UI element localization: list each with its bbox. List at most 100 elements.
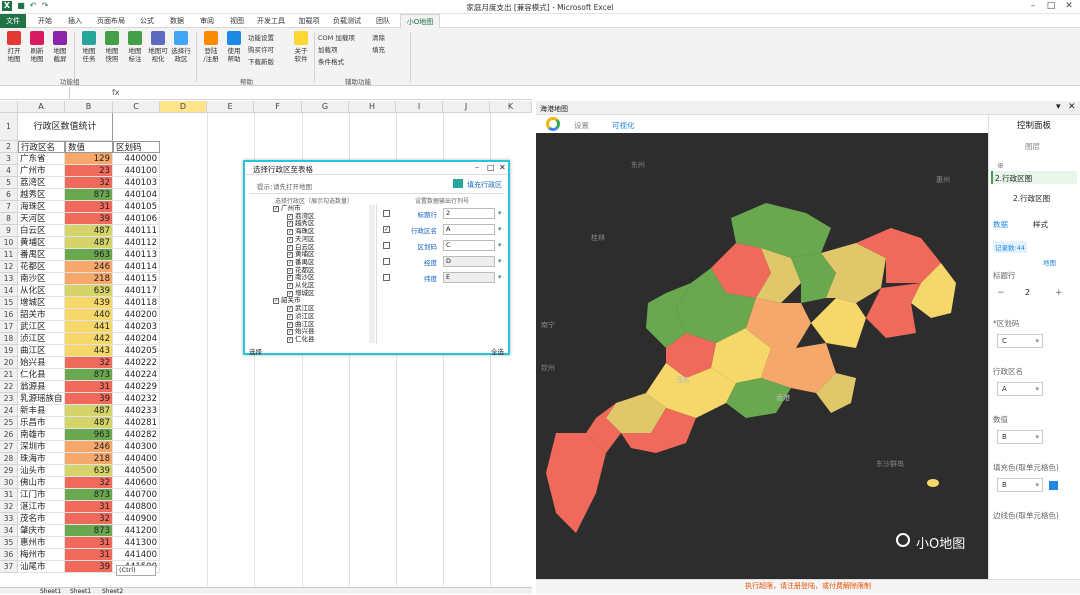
row-number[interactable]: 17 (0, 321, 18, 333)
tab-developer[interactable]: 开发工具 (252, 14, 290, 28)
value-cell[interactable]: 39 (65, 561, 113, 573)
setting-checkbox[interactable] (383, 274, 390, 281)
region-name-cell[interactable]: 越秀区 (18, 189, 65, 201)
code-cell[interactable]: 440203 (113, 321, 160, 333)
code-cell[interactable]: 440900 (113, 513, 160, 525)
tree-scrollbar[interactable] (369, 205, 375, 343)
value-cell[interactable]: 32 (65, 513, 113, 525)
row-number[interactable]: 13 (0, 273, 18, 285)
code-cell[interactable]: 440229 (113, 381, 160, 393)
row-number[interactable]: 30 (0, 477, 18, 489)
value-cell[interactable]: 32 (65, 177, 113, 189)
row-number[interactable]: 22 (0, 381, 18, 393)
map-tab-settings[interactable]: 设置 (574, 120, 589, 131)
tab-formulas[interactable]: 公式 (132, 14, 162, 28)
code-cell[interactable]: 440222 (113, 357, 160, 369)
column-header[interactable]: C (113, 101, 160, 113)
setting-dropdown-icon[interactable]: ▾ (498, 257, 502, 265)
maximize-icon[interactable]: □ (487, 163, 495, 172)
code-cell[interactable]: 440111 (113, 225, 160, 237)
tab-view[interactable]: 视图 (222, 14, 252, 28)
code-cell[interactable]: 440105 (113, 201, 160, 213)
value-cell[interactable]: 31 (65, 549, 113, 561)
row-number[interactable]: 10 (0, 237, 18, 249)
layer-item[interactable]: 2.行政区图 (991, 171, 1077, 184)
region-name-cell[interactable]: 南雄市 (18, 429, 65, 441)
value-cell[interactable]: 639 (65, 465, 113, 477)
code-cell[interactable]: 440204 (113, 333, 160, 345)
region-name-cell[interactable]: 翁源县 (18, 381, 65, 393)
tab-page-layout[interactable]: 页面布局 (92, 14, 130, 28)
code-cell[interactable]: 440205 (113, 345, 160, 357)
code-cell[interactable]: 440224 (113, 369, 160, 381)
region-name-cell[interactable]: 从化区 (18, 285, 65, 297)
row-number[interactable]: 16 (0, 309, 18, 321)
row-number[interactable]: 14 (0, 285, 18, 297)
region-name-cell[interactable]: 浈江区 (18, 333, 65, 345)
code-cell[interactable]: 440300 (113, 441, 160, 453)
row-number[interactable]: 26 (0, 429, 18, 441)
value-cell[interactable]: 129 (65, 153, 113, 165)
value-cell[interactable]: 32 (65, 357, 113, 369)
region-name-cell[interactable]: 汕尾市 (18, 561, 65, 573)
region-name-cell[interactable]: 黄埔区 (18, 237, 65, 249)
column-header[interactable]: I (396, 101, 443, 113)
code-cell[interactable]: 440000 (113, 153, 160, 165)
setting-checkbox[interactable] (383, 242, 390, 249)
row-number[interactable]: 8 (0, 213, 18, 225)
row-number[interactable]: 11 (0, 249, 18, 261)
region-name-cell[interactable]: 新丰县 (18, 405, 65, 417)
setting-select[interactable]: 2 (443, 208, 495, 219)
code-cell[interactable]: 440112 (113, 237, 160, 249)
column-header[interactable]: A (18, 101, 65, 113)
row-number[interactable]: 18 (0, 333, 18, 345)
download-new-button[interactable]: 下载新版 (248, 56, 274, 66)
code-cell[interactable]: 440117 (113, 285, 160, 297)
value-cell[interactable]: 218 (65, 273, 113, 285)
region-name-cell[interactable]: 广州市 (18, 165, 65, 177)
region-name-cell[interactable]: 增城区 (18, 297, 65, 309)
code-cell[interactable]: 440200 (113, 309, 160, 321)
setting-checkbox[interactable]: ✓ (383, 226, 390, 233)
row-number[interactable]: 34 (0, 525, 18, 537)
buy-license-button[interactable]: 购买许可 (248, 44, 274, 54)
value-cell[interactable]: 31 (65, 201, 113, 213)
region-name-cell[interactable]: 海珠区 (18, 201, 65, 213)
setting-dropdown-icon[interactable]: ▾ (498, 241, 502, 249)
setting-dropdown-icon[interactable]: ▾ (498, 209, 502, 217)
fill-button[interactable]: 填充 (372, 44, 385, 54)
field-select[interactable]: B (997, 478, 1043, 492)
value-cell[interactable]: 440 (65, 309, 113, 321)
add-layer-icon[interactable]: ⊕ (997, 161, 1004, 170)
row-number[interactable]: 1 (0, 113, 18, 141)
fill-color-checkbox[interactable] (1049, 481, 1058, 490)
tab-xiao-o-map[interactable]: 小O地图 (400, 14, 440, 28)
region-name-cell[interactable]: 梅州市 (18, 549, 65, 561)
value-cell[interactable]: 487 (65, 237, 113, 249)
value-cell[interactable]: 39 (65, 213, 113, 225)
setting-dropdown-icon[interactable]: ▾ (498, 273, 502, 281)
code-cell[interactable]: 440106 (113, 213, 160, 225)
minimize-icon[interactable]: – (475, 163, 479, 172)
column-header[interactable]: B (65, 101, 113, 113)
map-tab-visualize[interactable]: 可视化 (612, 120, 635, 131)
value-cell[interactable]: 32 (65, 477, 113, 489)
code-cell[interactable]: 440800 (113, 501, 160, 513)
region-name-cell[interactable]: 湛江市 (18, 501, 65, 513)
tab-file[interactable]: 文件 (0, 14, 26, 28)
value-cell[interactable]: 442 (65, 333, 113, 345)
map-label-button[interactable]: 地图 标注 (124, 31, 146, 63)
code-cell[interactable]: 440104 (113, 189, 160, 201)
row-number[interactable]: 35 (0, 537, 18, 549)
row-number[interactable]: 29 (0, 465, 18, 477)
row-number[interactable]: 12 (0, 261, 18, 273)
value-cell[interactable]: 873 (65, 525, 113, 537)
region-name-cell[interactable]: 武江区 (18, 321, 65, 333)
region-name-cell[interactable]: 白云区 (18, 225, 65, 237)
close-icon[interactable]: ✕ (499, 163, 506, 172)
map-snapshot-button[interactable]: 地图 快照 (101, 31, 123, 63)
row-number[interactable]: 25 (0, 417, 18, 429)
row-number[interactable]: 23 (0, 393, 18, 405)
region-name-cell[interactable]: 始兴县 (18, 357, 65, 369)
com-addins-button[interactable]: COM 加载项 (318, 32, 355, 42)
